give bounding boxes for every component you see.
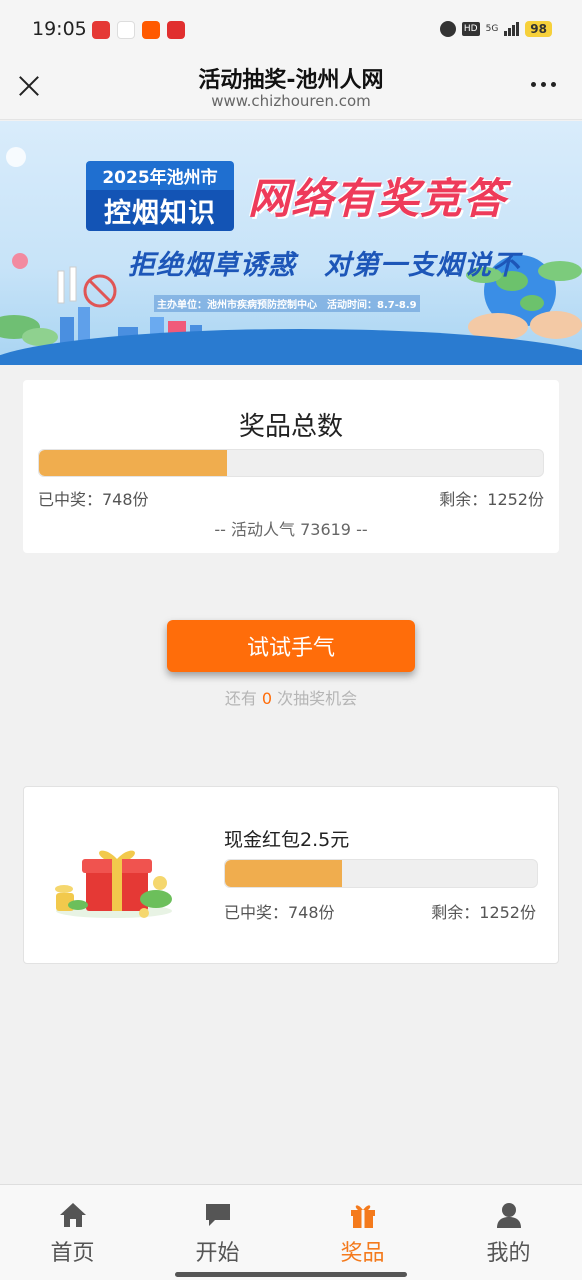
hd-icon: HD — [461, 22, 480, 36]
page-title: 活动抽奖-池州人网 — [198, 68, 384, 93]
draw-chances: 还有 0 次抽奖机会 — [0, 685, 582, 709]
chances-prefix: 还有 — [224, 689, 262, 708]
gift-icon — [351, 1205, 375, 1228]
home-icon — [60, 1203, 86, 1227]
tab-home-label: 首页 — [50, 1241, 95, 1266]
banner-badge: 2025年池州市 控烟知识 — [86, 161, 234, 231]
tab-home[interactable]: 首页 — [0, 1185, 145, 1266]
prize-total-progress — [38, 449, 544, 477]
banner-badge-main: 控烟知识 — [86, 190, 234, 231]
chat-icon — [206, 1204, 230, 1226]
tab-mine-label: 我的 — [486, 1241, 531, 1266]
alarm-icon — [439, 21, 456, 37]
banner-slogan: 拒绝烟草诱惑 对第一支烟说不 — [128, 250, 520, 281]
nav-header: 活动抽奖-池州人网 www.chizhouren.com — [0, 60, 582, 120]
chances-suffix: 次抽奖机会 — [272, 689, 358, 708]
bottom-tab-bar: 首页 开始 奖品 我的 — [0, 1184, 582, 1280]
prize-item-card: 现金红包2.5元 已中奖：748份 剩余：1252份 — [23, 786, 559, 964]
stock-app-icon — [167, 21, 185, 39]
app-avatar-icon — [117, 21, 135, 39]
prize-name: 现金红包2.5元 — [224, 829, 350, 851]
prize-total-card: 奖品总数 已中奖：748份 剩余：1252份 -- 活动人气 73619 -- — [23, 380, 559, 553]
tab-prizes-label: 奖品 — [340, 1241, 385, 1266]
banner-headline: 网络有奖竞答 — [248, 174, 507, 223]
prize-total-progress-fill — [39, 450, 228, 476]
prize-item-progress-fill — [225, 860, 342, 887]
taobao-icon — [142, 21, 160, 39]
status-indicators: HD 5G 98 — [439, 21, 552, 37]
tab-start[interactable]: 开始 — [145, 1185, 290, 1266]
tab-start-label: 开始 — [195, 1241, 240, 1266]
campaign-banner: 2025年池州市 控烟知识 网络有奖竞答 拒绝烟草诱惑 对第一支烟说不 主办单位… — [0, 121, 582, 365]
signal-icon — [504, 22, 520, 36]
status-bar: 19:05 HD 5G 98 — [0, 0, 582, 60]
prize-item-won: 已中奖：748份 — [224, 903, 335, 922]
status-time: 19:05 — [32, 18, 87, 40]
battery-level: 98 — [525, 21, 552, 37]
gift-box-icon — [55, 850, 172, 918]
toutiao-icon — [92, 21, 110, 39]
tab-prizes[interactable]: 奖品 — [290, 1185, 435, 1266]
status-app-icons — [92, 21, 185, 39]
prize-item-remaining: 剩余：1252份 — [431, 903, 536, 922]
banner-info: 主办单位：池州市疾病预防控制中心 活动时间：8.7-8.9 — [154, 295, 420, 312]
tab-mine[interactable]: 我的 — [436, 1185, 581, 1266]
network-type: 5G — [485, 23, 499, 34]
page-url: www.chizhouren.com — [211, 92, 371, 110]
prize-total-title: 奖品总数 — [238, 412, 343, 442]
chances-count: 0 — [261, 689, 273, 708]
prize-total-won: 已中奖：748份 — [38, 490, 149, 509]
more-icon[interactable] — [531, 82, 556, 87]
banner-year: 2025年池州市 — [86, 161, 234, 190]
activity-popularity: -- 活动人气 73619 -- — [214, 520, 368, 539]
home-indicator[interactable] — [175, 1272, 407, 1277]
prize-total-remaining: 剩余：1252份 — [439, 490, 544, 509]
prize-item-progress — [224, 859, 538, 888]
user-icon — [497, 1203, 521, 1228]
try-luck-button[interactable]: 试试手气 — [167, 620, 415, 672]
